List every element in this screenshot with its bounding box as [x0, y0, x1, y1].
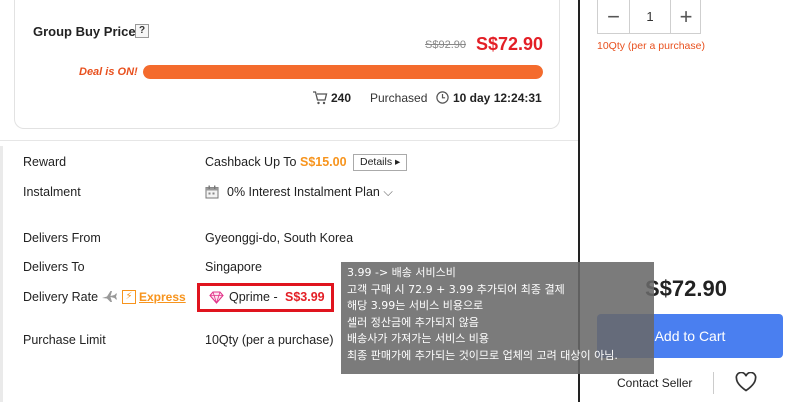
reward-value: Cashback Up To S$15.00 [205, 155, 347, 169]
quantity-decrease-button[interactable]: − [598, 0, 630, 34]
note-line: 셀러 정산금에 추가되지 않음 [347, 315, 479, 329]
quantity-input[interactable]: 1 [631, 0, 669, 34]
note-line: 고객 구매 시 72.9 + 3.99 추가되어 최종 결제 [347, 282, 565, 296]
purchased-count: 240 [331, 91, 352, 105]
heart-icon[interactable] [735, 372, 757, 392]
deal-status-label: Deal is ON! [79, 66, 138, 78]
total-price: S$72.90 [645, 276, 727, 301]
details-button[interactable]: Details ▸ [353, 154, 408, 171]
delivers-to-label: Delivers To [23, 260, 85, 274]
diamond-icon [209, 291, 224, 304]
instalment-plan-dropdown[interactable]: 0% Interest Instalment Plan ⌵ [227, 185, 393, 200]
purchase-limit-value: 10Qty (per a purchase) [205, 333, 334, 347]
express-badge-icon: ⚡ [122, 290, 136, 304]
separator [713, 372, 714, 394]
reward-amount: S$15.00 [299, 155, 347, 169]
reward-label: Reward [23, 155, 67, 169]
qprime-label: Qprime - [229, 290, 278, 304]
express-link[interactable]: Express [139, 290, 186, 304]
group-buy-card: Group Buy Price ? S$92.90 S$72.90 Deal i… [14, 0, 560, 129]
deal-progress-fill [143, 65, 543, 79]
help-icon[interactable]: ? [135, 24, 149, 38]
delivers-from-label: Delivers From [23, 231, 101, 245]
original-price: S$92.90 [425, 39, 466, 51]
quantity-increase-button[interactable]: + [670, 0, 701, 34]
deal-progress-bar [143, 65, 543, 79]
instalment-label: Instalment [23, 185, 81, 199]
group-buy-title: Group Buy Price [33, 24, 136, 39]
note-line: 배송사가 가져가는 서비스 비용 [347, 332, 490, 345]
airplane-icon [102, 291, 117, 302]
reward-prefix: Cashback Up To [205, 155, 297, 169]
contact-seller-link[interactable]: Contact Seller [617, 376, 692, 390]
delivery-rate-label: Delivery Rate [23, 290, 99, 304]
calendar-icon [205, 185, 219, 199]
qprime-price: S$3.99 [285, 290, 325, 304]
annotation-note: 3.99 -> 배송 서비스비 고객 구매 시 72.9 + 3.99 추가되어… [341, 262, 654, 374]
purchase-limit-label: Purchase Limit [23, 333, 106, 347]
quantity-limit-note: 10Qty (per a purchase) [597, 40, 705, 52]
group-buy-price: S$72.90 [476, 34, 544, 54]
note-line: 해당 3.99는 서비스 비용으로 [347, 299, 484, 312]
instalment-value: 0% Interest Instalment Plan [227, 185, 380, 199]
chevron-down-icon: ⌵ [383, 185, 393, 199]
countdown-timer: 10 day 12:24:31 [453, 91, 542, 105]
delivers-to-value: Singapore [205, 260, 262, 274]
note-line: 최종 판매가에 추가되는 것이므로 업체의 고려 대상이 아님. [347, 348, 618, 362]
purchased-label: Purchased [370, 91, 428, 105]
note-line: 3.99 -> 배송 서비스비 [347, 266, 456, 279]
qprime-rate-box[interactable]: Qprime - S$3.99 [197, 283, 334, 312]
cart-icon [313, 91, 328, 105]
quantity-stepper: − 1 + [597, 0, 701, 34]
clock-icon [436, 91, 449, 104]
delivers-from-value: Gyeonggi-do, South Korea [205, 231, 354, 245]
